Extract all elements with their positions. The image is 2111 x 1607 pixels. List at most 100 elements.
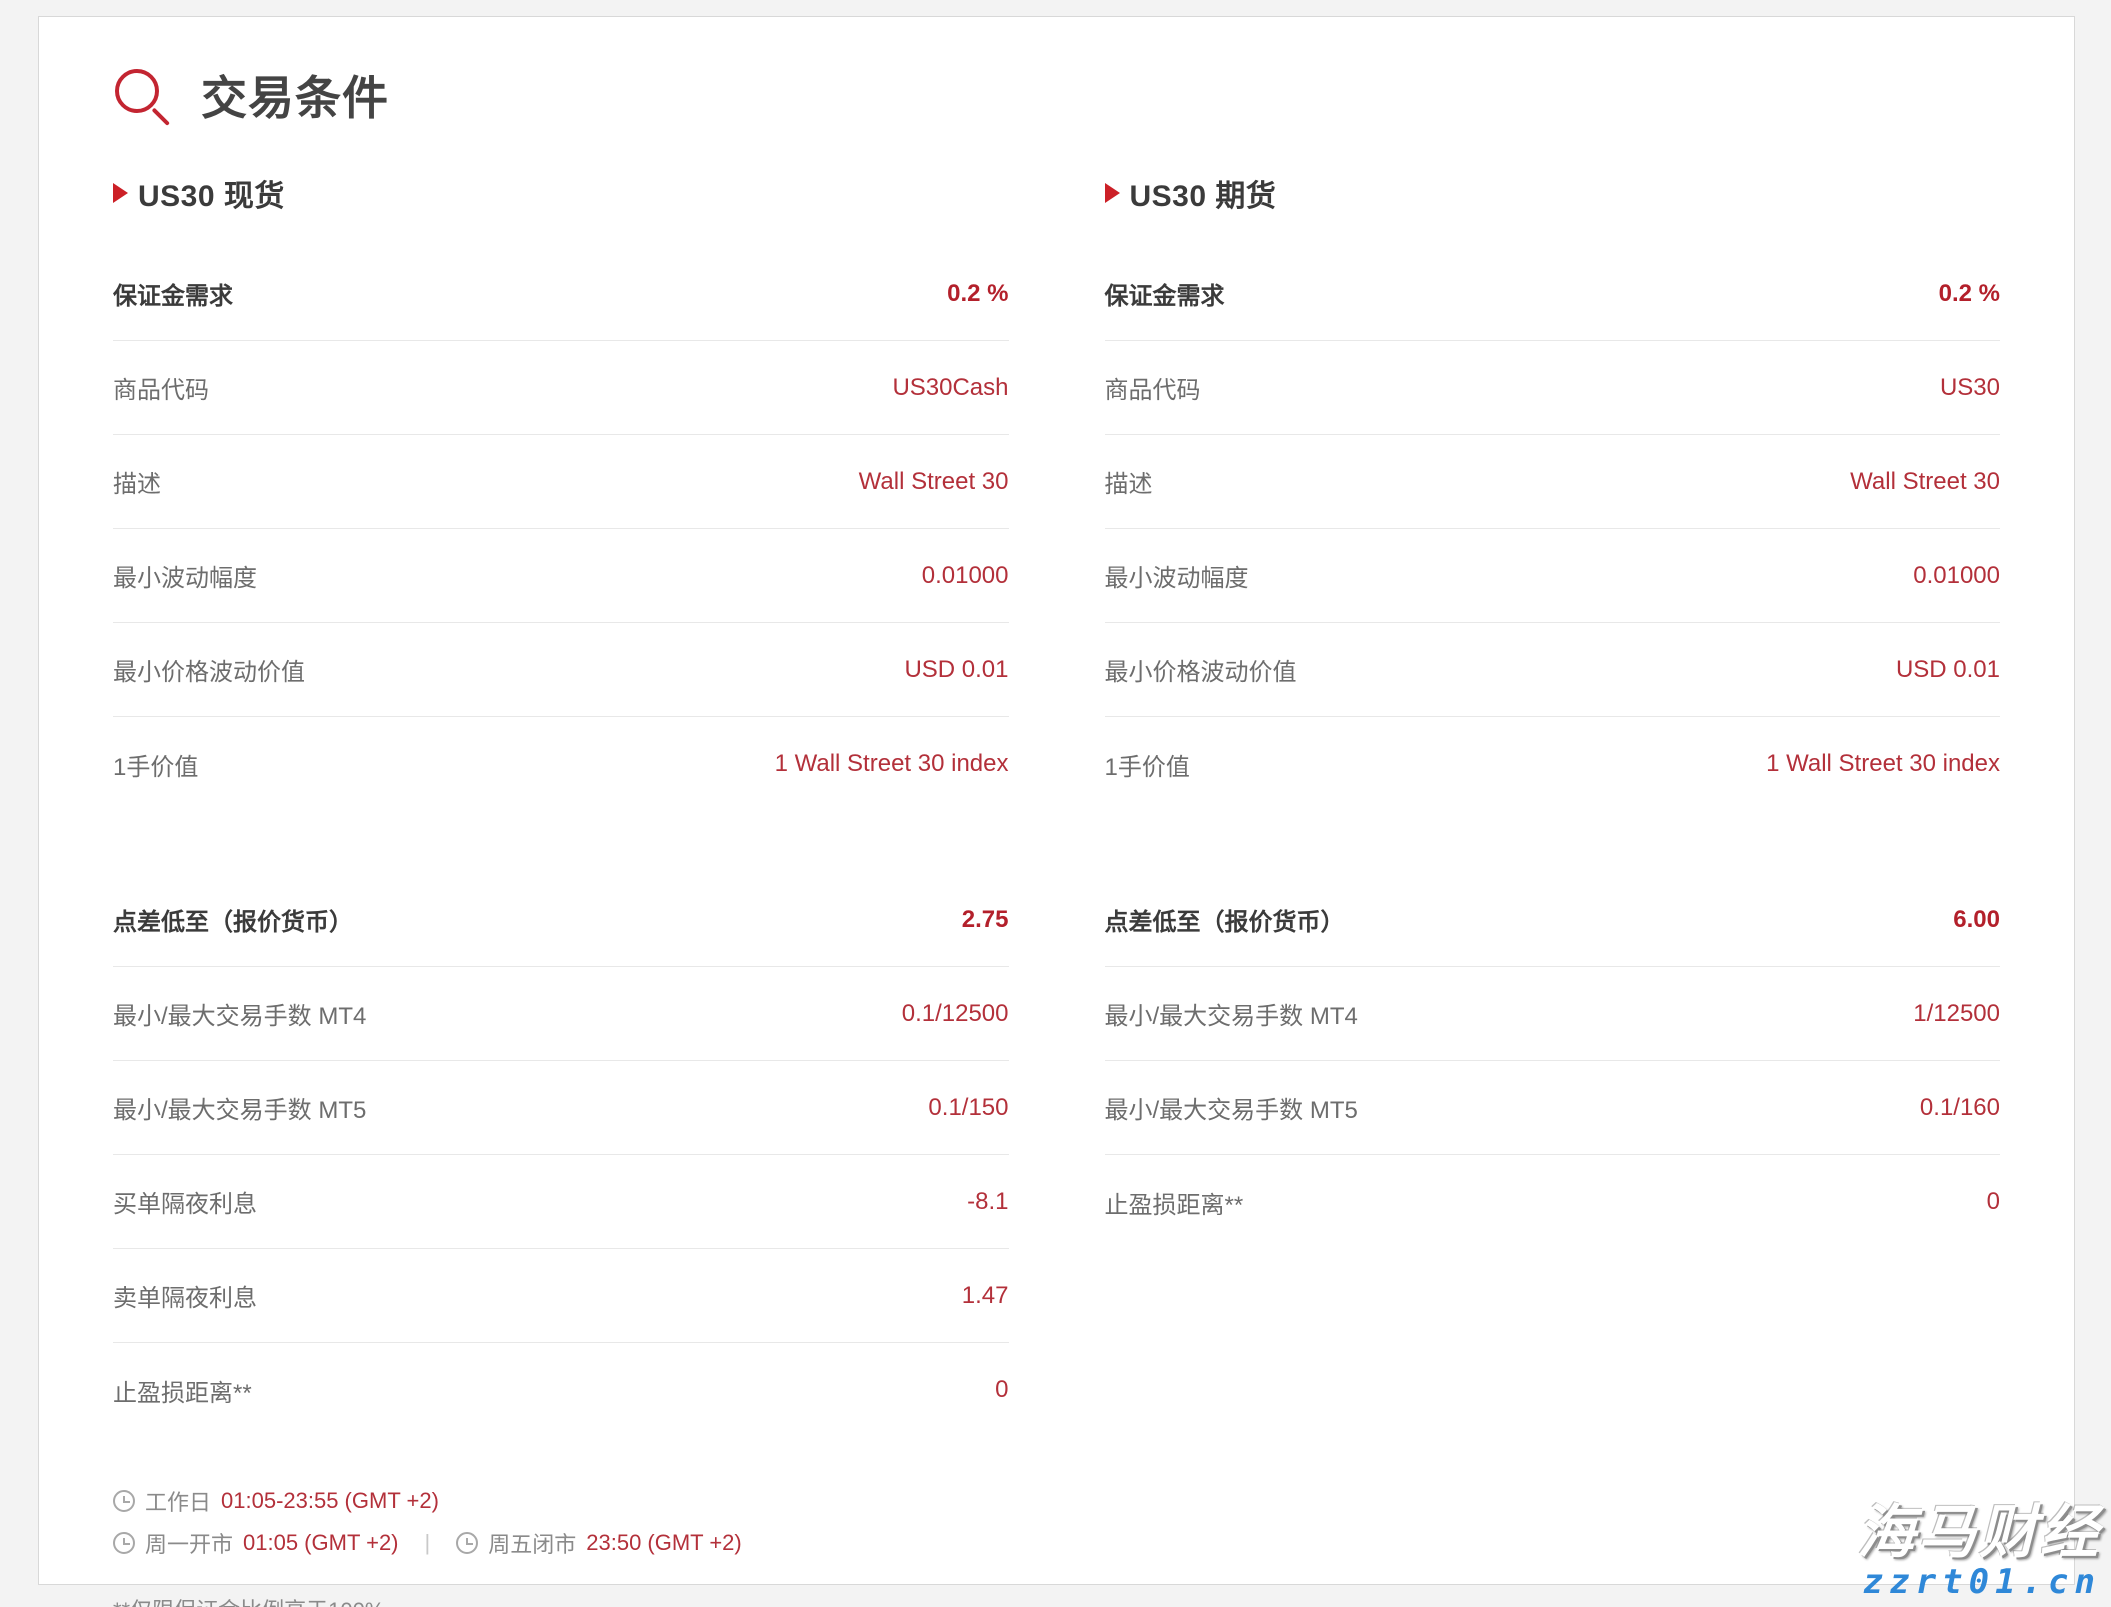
- row-value: 0: [995, 1376, 1008, 1404]
- group-separator: [1105, 811, 2001, 873]
- row-label: 保证金需求: [1105, 276, 1225, 311]
- weekday-label: 工作日: [145, 1485, 211, 1517]
- row-label: 卖单隔夜利息: [113, 1278, 257, 1313]
- row-value: 1 Wall Street 30 index: [1766, 750, 2000, 778]
- row-label: 点差低至（报价货币）: [1105, 902, 1345, 937]
- row-value: 6.00: [1953, 906, 2000, 934]
- row-value: 2.75: [962, 906, 1009, 934]
- row-value: 0.1/160: [1920, 1094, 2000, 1122]
- spec-group-trading-spot: 点差低至（报价货币） 2.75 最小/最大交易手数 MT4 0.1/12500 …: [113, 873, 1009, 1437]
- table-row: 商品代码 US30: [1105, 341, 2001, 435]
- table-row: 最小/最大交易手数 MT5 0.1/150: [113, 1061, 1009, 1155]
- spec-group-trading-futures: 点差低至（报价货币） 6.00 最小/最大交易手数 MT4 1/12500 最小…: [1105, 873, 2001, 1249]
- row-label: 描述: [113, 464, 161, 499]
- section-title-label: US30 现货: [138, 171, 285, 215]
- spec-group-general-futures: 保证金需求 0.2 % 商品代码 US30 描述 Wall Street 30 …: [1105, 247, 2001, 811]
- table-row: 最小/最大交易手数 MT4 1/12500: [1105, 967, 2001, 1061]
- open-close-hours-line: 周一开市 01:05 (GMT +2) | 周五闭市 23:50 (GMT +2…: [113, 1527, 2000, 1559]
- row-label: 买单隔夜利息: [113, 1184, 257, 1219]
- row-label: 点差低至（报价货币）: [113, 902, 353, 937]
- page-root: 交易条件 US30 现货 保证金需求 0.2 % 商品代码 US30Cash: [0, 0, 2111, 1607]
- row-value: 0.01000: [922, 562, 1009, 590]
- table-row: 点差低至（报价货币） 6.00: [1105, 873, 2001, 967]
- margin-note: **仅限保证金比例高于100%: [113, 1593, 2000, 1607]
- monday-open-label: 周一开市: [145, 1527, 233, 1559]
- row-value: US30Cash: [892, 374, 1008, 402]
- friday-close-value: 23:50 (GMT +2): [586, 1530, 742, 1556]
- clock-icon: [113, 1532, 135, 1554]
- row-label: 1手价值: [1105, 747, 1190, 782]
- row-value: 1/12500: [1913, 1000, 2000, 1028]
- section-title-us30-futures[interactable]: US30 期货: [1105, 171, 2001, 215]
- table-row: 止盈损距离** 0: [113, 1343, 1009, 1437]
- clock-icon: [456, 1532, 478, 1554]
- section-title-label: US30 期货: [1130, 171, 1277, 215]
- table-row: 保证金需求 0.2 %: [1105, 247, 2001, 341]
- row-value: 0.1/150: [928, 1094, 1008, 1122]
- table-row: 最小波动幅度 0.01000: [113, 529, 1009, 623]
- triangle-right-icon: [1105, 183, 1120, 203]
- table-row: 保证金需求 0.2 %: [113, 247, 1009, 341]
- row-label: 最小/最大交易手数 MT4: [113, 996, 366, 1031]
- weekday-value: 01:05-23:55 (GMT +2): [221, 1488, 439, 1514]
- row-label: 最小/最大交易手数 MT5: [1105, 1090, 1358, 1125]
- spec-group-general-spot: 保证金需求 0.2 % 商品代码 US30Cash 描述 Wall Street…: [113, 247, 1009, 811]
- separator: |: [425, 1530, 431, 1556]
- weekday-hours-line: 工作日 01:05-23:55 (GMT +2): [113, 1485, 2000, 1517]
- table-row: 描述 Wall Street 30: [113, 435, 1009, 529]
- table-row: 商品代码 US30Cash: [113, 341, 1009, 435]
- row-value: USD 0.01: [1896, 656, 2000, 684]
- row-value: Wall Street 30: [1850, 468, 2000, 496]
- row-label: 最小价格波动价值: [1105, 652, 1297, 687]
- table-row: 买单隔夜利息 -8.1: [113, 1155, 1009, 1249]
- conditions-columns: US30 现货 保证金需求 0.2 % 商品代码 US30Cash 描述 Wal…: [113, 171, 2000, 1437]
- row-value: US30: [1940, 374, 2000, 402]
- table-row: 最小价格波动价值 USD 0.01: [113, 623, 1009, 717]
- row-value: 0.1/12500: [902, 1000, 1009, 1028]
- row-label: 描述: [1105, 464, 1153, 499]
- row-label: 最小/最大交易手数 MT4: [1105, 996, 1358, 1031]
- trading-conditions-card: 交易条件 US30 现货 保证金需求 0.2 % 商品代码 US30Cash: [38, 16, 2075, 1585]
- table-row: 最小波动幅度 0.01000: [1105, 529, 2001, 623]
- row-value: -8.1: [967, 1188, 1008, 1216]
- page-title: 交易条件: [201, 75, 389, 121]
- table-row: 描述 Wall Street 30: [1105, 435, 2001, 529]
- row-value: 1 Wall Street 30 index: [775, 750, 1009, 778]
- table-row: 最小/最大交易手数 MT5 0.1/160: [1105, 1061, 2001, 1155]
- row-value: Wall Street 30: [859, 468, 1009, 496]
- row-label: 止盈损距离**: [113, 1373, 252, 1408]
- trading-hours-footer: 工作日 01:05-23:55 (GMT +2) 周一开市 01:05 (GMT…: [113, 1485, 2000, 1607]
- friday-close-label: 周五闭市: [488, 1527, 576, 1559]
- table-row: 止盈损距离** 0: [1105, 1155, 2001, 1249]
- row-label: 商品代码: [113, 370, 209, 405]
- table-row: 1手价值 1 Wall Street 30 index: [113, 717, 1009, 811]
- search-icon: [113, 67, 175, 129]
- card-header: 交易条件: [113, 67, 2022, 129]
- table-row: 最小/最大交易手数 MT4 0.1/12500: [113, 967, 1009, 1061]
- monday-open-value: 01:05 (GMT +2): [243, 1530, 399, 1556]
- table-row: 1手价值 1 Wall Street 30 index: [1105, 717, 2001, 811]
- row-value: 0.2 %: [947, 280, 1008, 308]
- row-value: 0.01000: [1913, 562, 2000, 590]
- table-row: 卖单隔夜利息 1.47: [113, 1249, 1009, 1343]
- row-value: USD 0.01: [904, 656, 1008, 684]
- row-label: 1手价值: [113, 747, 198, 782]
- row-value: 1.47: [962, 1282, 1009, 1310]
- group-separator: [113, 811, 1009, 873]
- row-value: 0: [1987, 1188, 2000, 1216]
- column-us30-spot: US30 现货 保证金需求 0.2 % 商品代码 US30Cash 描述 Wal…: [113, 171, 1057, 1437]
- row-label: 最小/最大交易手数 MT5: [113, 1090, 366, 1125]
- triangle-right-icon: [113, 183, 128, 203]
- table-row: 点差低至（报价货币） 2.75: [113, 873, 1009, 967]
- row-label: 商品代码: [1105, 370, 1201, 405]
- row-label: 止盈损距离**: [1105, 1185, 1244, 1220]
- column-us30-futures: US30 期货 保证金需求 0.2 % 商品代码 US30 描述 Wall St…: [1057, 171, 2001, 1437]
- row-label: 保证金需求: [113, 276, 233, 311]
- row-value: 0.2 %: [1939, 280, 2000, 308]
- section-title-us30-spot[interactable]: US30 现货: [113, 171, 1009, 215]
- row-label: 最小价格波动价值: [113, 652, 305, 687]
- table-row: 最小价格波动价值 USD 0.01: [1105, 623, 2001, 717]
- row-label: 最小波动幅度: [1105, 558, 1249, 593]
- row-label: 最小波动幅度: [113, 558, 257, 593]
- clock-icon: [113, 1490, 135, 1512]
